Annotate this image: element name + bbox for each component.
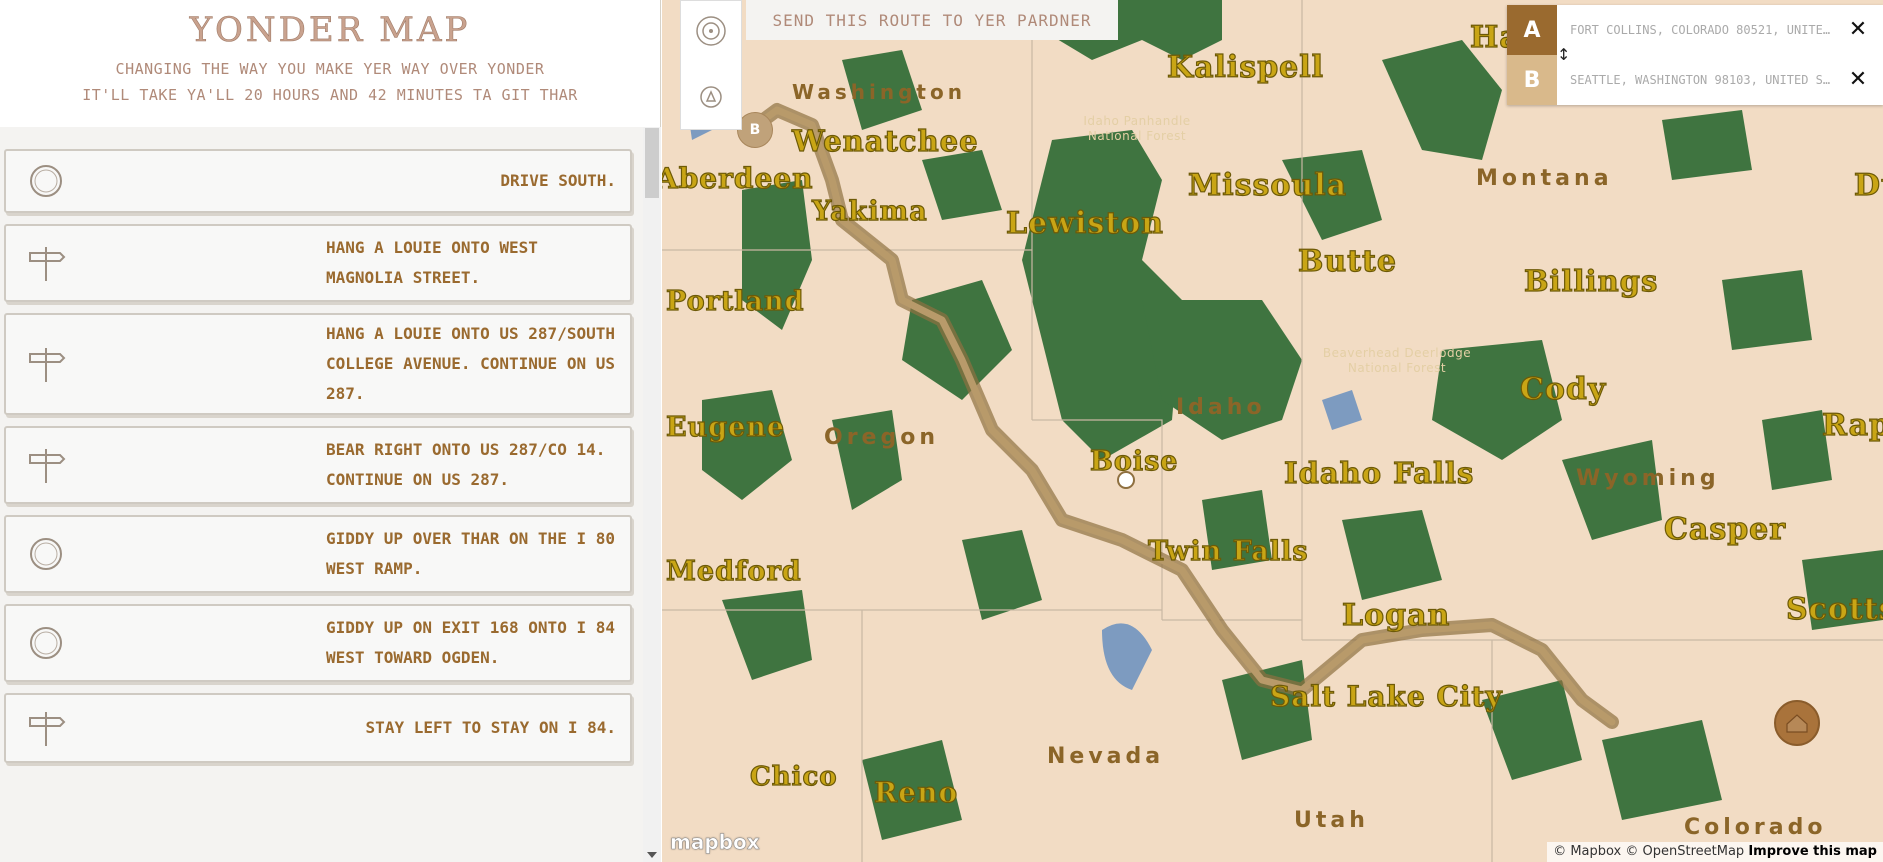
swap-icon[interactable]: ↕ bbox=[1557, 45, 1571, 65]
clear-destination-close-icon[interactable]: ✕ bbox=[1847, 69, 1869, 91]
city-label: Portland bbox=[665, 285, 805, 317]
step-item[interactable]: Giddy up over thar on the I 80 West ramp… bbox=[4, 515, 632, 593]
steps-list: Drive south. Hang a louie onto West Magn… bbox=[4, 149, 634, 774]
destination-marker[interactable]: B bbox=[737, 112, 773, 148]
state-label: Nevada bbox=[1047, 744, 1165, 769]
directions-panel: Yonder Map Changing the way you make yer… bbox=[0, 0, 661, 862]
reset-north-button[interactable] bbox=[681, 67, 741, 127]
mapbox-logo[interactable]: mapbox bbox=[670, 830, 760, 855]
state-label: Wyoming bbox=[1576, 466, 1720, 491]
city-label: Yakima bbox=[811, 195, 928, 227]
city-label: Missoula bbox=[1187, 167, 1348, 203]
city-label: Medford bbox=[665, 555, 802, 587]
city-label: Scotts bbox=[1785, 591, 1883, 627]
signpost-icon bbox=[29, 712, 66, 746]
city-label: Chico bbox=[749, 761, 838, 792]
origin-input[interactable]: Fort Collins, Colorado 80521, United Sta… bbox=[1570, 5, 1835, 55]
scroll-down-arrow-icon[interactable] bbox=[647, 852, 657, 858]
signpost-icon bbox=[29, 449, 66, 483]
state-label: Oregon bbox=[824, 425, 939, 450]
step-text: Hang a louie onto West Magnolia Street. bbox=[326, 238, 538, 287]
city-label: Rap bbox=[1821, 407, 1883, 443]
locate-button[interactable] bbox=[681, 1, 741, 61]
destination-input[interactable]: Seattle, Washington 98103, United States bbox=[1570, 55, 1835, 105]
compass-icon bbox=[30, 627, 62, 659]
route-inputs: A Fort Collins, Colorado 80521, United S… bbox=[1507, 5, 1883, 105]
step-item[interactable]: Hang a louie onto US 287/South College A… bbox=[4, 313, 632, 415]
city-label: Logan bbox=[1341, 597, 1451, 633]
city-label: Idaho Falls bbox=[1283, 455, 1475, 490]
steps-scroll-area[interactable]: Drive south. Hang a louie onto West Magn… bbox=[0, 127, 661, 862]
map-canvas[interactable]: Washington Montana Idaho Oregon Wyoming … bbox=[662, 0, 1883, 862]
city-label: Kalispell bbox=[1166, 49, 1325, 85]
step-item[interactable]: Stay left to stay on I 84. bbox=[4, 693, 632, 763]
compass-needle-icon bbox=[700, 86, 722, 108]
step-item[interactable]: Giddy up on exit 168 onto I 84 West towa… bbox=[4, 604, 632, 682]
state-label: Colorado bbox=[1684, 815, 1827, 840]
origin-badge: A bbox=[1507, 5, 1557, 55]
step-text: Bear right onto US 287/CO 14. Continue o… bbox=[326, 440, 606, 489]
city-label: Eugene bbox=[665, 411, 786, 443]
trip-duration: It'll take ya'll 20 hours and 42 minutes… bbox=[82, 86, 578, 104]
house-icon bbox=[1786, 714, 1808, 733]
state-label: Utah bbox=[1294, 808, 1369, 833]
city-label: Reno bbox=[873, 775, 959, 809]
city-label: Du bbox=[1853, 167, 1883, 203]
city-label: Billings bbox=[1523, 263, 1659, 298]
compass-icon bbox=[30, 165, 62, 197]
step-text: Drive south. bbox=[500, 171, 616, 190]
map-controls bbox=[680, 0, 742, 130]
city-label: Boise bbox=[1089, 445, 1179, 477]
page-title: Yonder Map bbox=[189, 10, 471, 51]
forest-label: Idaho Panhandle National Forest bbox=[1083, 114, 1191, 143]
city-label: Twin Falls bbox=[1147, 535, 1309, 567]
state-label: Washington bbox=[792, 80, 966, 104]
city-label: Wenatchee bbox=[791, 123, 979, 158]
compass-rose-icon bbox=[696, 16, 726, 46]
improve-map-link[interactable]: Improve this map bbox=[1748, 844, 1877, 859]
state-label: Idaho bbox=[1176, 395, 1266, 420]
city-label: Salt Lake City bbox=[1269, 679, 1503, 713]
map-attribution: © Mapbox © OpenStreetMap Improve this ma… bbox=[1547, 842, 1883, 862]
city-label: Aberdeen bbox=[662, 161, 814, 195]
attribution-text[interactable]: © Mapbox © OpenStreetMap bbox=[1553, 844, 1744, 859]
step-item[interactable]: Drive south. bbox=[4, 149, 632, 213]
step-text: Giddy up on exit 168 onto I 84 West towa… bbox=[326, 618, 615, 667]
destination-badge: B bbox=[1507, 55, 1557, 105]
panel-header: Yonder Map Changing the way you make yer… bbox=[0, 0, 660, 127]
step-text: Stay left to stay on I 84. bbox=[365, 718, 616, 737]
tagline: Changing the way you make yer way over y… bbox=[115, 60, 545, 78]
step-text: Giddy up over thar on the I 80 West ramp… bbox=[326, 529, 615, 578]
city-label: Casper bbox=[1663, 511, 1787, 547]
scrollbar[interactable] bbox=[643, 127, 661, 862]
forest-label: Beaverhead Deerlodge National Forest bbox=[1322, 346, 1472, 375]
step-text: Hang a louie onto US 287/South College A… bbox=[326, 324, 615, 403]
share-route-button[interactable]: Send this route to yer pardner bbox=[746, 0, 1118, 40]
origin-marker[interactable] bbox=[1774, 700, 1820, 746]
scrollbar-thumb[interactable] bbox=[645, 128, 659, 198]
city-label: Lewiston bbox=[1005, 205, 1164, 241]
compass-icon bbox=[30, 538, 62, 570]
city-label: Butte bbox=[1297, 243, 1397, 279]
step-item[interactable]: Bear right onto US 287/CO 14. Continue o… bbox=[4, 426, 632, 504]
step-item[interactable]: Hang a louie onto West Magnolia Street. bbox=[4, 224, 632, 302]
state-label: Montana bbox=[1476, 166, 1613, 191]
signpost-icon bbox=[29, 348, 66, 382]
clear-origin-close-icon[interactable]: ✕ bbox=[1847, 19, 1869, 41]
city-label: Cody bbox=[1519, 371, 1607, 407]
signpost-icon bbox=[29, 247, 66, 281]
